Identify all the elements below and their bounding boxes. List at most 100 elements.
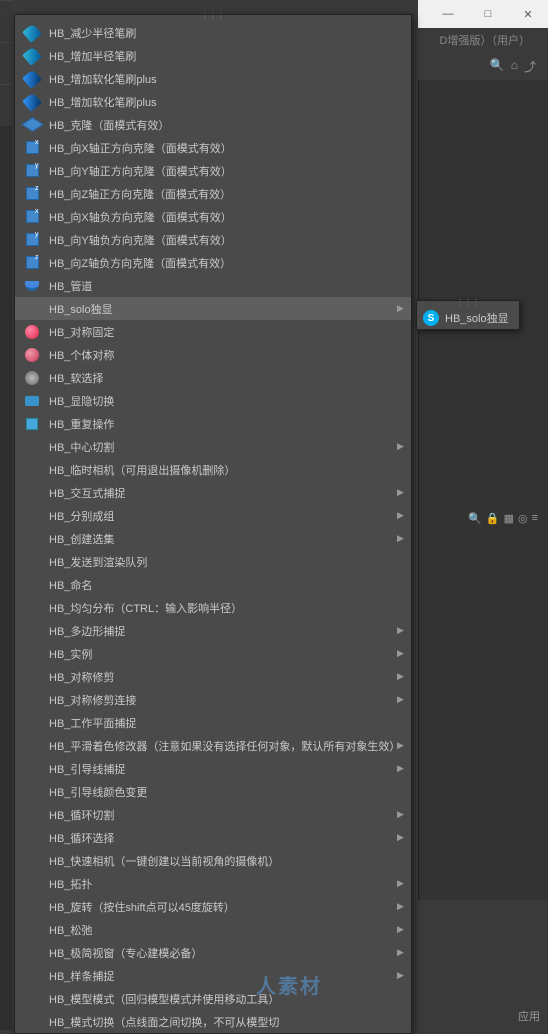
submenu-item[interactable]: S HB_solo独显 (417, 307, 519, 329)
menu-item[interactable]: HB_向X轴负方向克隆（面模式有效） (15, 205, 411, 228)
menu-item-label: HB_向Z轴正方向克隆（面模式有效） (43, 186, 397, 202)
dock-tab[interactable] (0, 42, 12, 84)
none-icon (21, 921, 43, 939)
submenu-arrow-icon: ▶ (397, 533, 411, 544)
menu-item-label: HB_显隐切换 (43, 393, 397, 409)
menu-item[interactable]: HB_临时相机（可用退出摄像机删除） (15, 458, 411, 481)
left-dock (0, 0, 12, 1030)
menu-item[interactable]: HB_增加半径笔刷 (15, 44, 411, 67)
menu-item[interactable]: HB_重复操作 (15, 412, 411, 435)
menu-item[interactable]: HB_极简视窗（专心建模必备）▶ (15, 941, 411, 964)
menu-item[interactable]: HB_引导线颜色变更 (15, 780, 411, 803)
menu-item[interactable]: HB_管道 (15, 274, 411, 297)
submenu-arrow-icon: ▶ (397, 763, 411, 774)
menu-item[interactable]: HB_中心切割▶ (15, 435, 411, 458)
menu-item[interactable]: HB_引导线捕捉▶ (15, 757, 411, 780)
menu-item-label: HB_减少半径笔刷 (43, 25, 397, 41)
none-icon (21, 691, 43, 709)
panel-search-icon[interactable]: 🔍 (468, 512, 482, 525)
menu-item[interactable]: HB_快速相机（一键创建以当前视角的摄像机） (15, 849, 411, 872)
menu-item[interactable]: HB_增加软化笔刷plus (15, 90, 411, 113)
none-icon (21, 553, 43, 571)
maximize-button[interactable]: □ (468, 0, 508, 28)
menu-item-label: HB_中心切割 (43, 439, 397, 455)
uparrow-icon[interactable]: ⤴ (524, 58, 536, 75)
menu-icon[interactable]: ≡ (532, 512, 538, 525)
dock-tab[interactable] (0, 84, 12, 126)
menu-item-label: HB_向X轴负方向克隆（面模式有效） (43, 209, 397, 225)
menu-item[interactable]: HB_创建选集▶ (15, 527, 411, 550)
menu-item-label: HB_向Y轴负方向克隆（面模式有效） (43, 232, 397, 248)
minimize-button[interactable]: — (428, 0, 468, 28)
target-icon[interactable]: ◎ (518, 512, 528, 525)
menu-item[interactable]: HB_软选择 (15, 366, 411, 389)
home-icon[interactable]: ⌂ (511, 58, 518, 75)
bottom-apply[interactable]: 应用 (518, 1008, 540, 1024)
menu-item-label: HB_对称修剪连接 (43, 692, 397, 708)
menu-item[interactable]: HB_对称固定 (15, 320, 411, 343)
menu-item[interactable]: HB_拓扑▶ (15, 872, 411, 895)
menu-item-label: HB_对称固定 (43, 324, 397, 340)
menu-item[interactable]: HB_向Z轴正方向克隆（面模式有效） (15, 182, 411, 205)
menu-item-label: HB_创建选集 (43, 531, 397, 547)
menu-item[interactable]: HB_增加软化笔刷plus (15, 67, 411, 90)
cubex-icon (21, 139, 43, 157)
submenu-arrow-icon: ▶ (397, 671, 411, 682)
menu-item-label: HB_临时相机（可用退出摄像机删除） (43, 462, 397, 478)
sphere-r-icon (21, 323, 43, 341)
none-icon (21, 484, 43, 502)
menu-item-label: HB_重复操作 (43, 416, 397, 432)
menu-item[interactable]: HB_分别成组▶ (15, 504, 411, 527)
menu-item[interactable]: HB_交互式捕捉▶ (15, 481, 411, 504)
none-icon (21, 829, 43, 847)
menu-item[interactable]: HB_循环切割▶ (15, 803, 411, 826)
menu-item[interactable]: HB_多边形捕捉▶ (15, 619, 411, 642)
cubey-icon (21, 162, 43, 180)
menu-item[interactable]: HB_样条捕捉▶ (15, 964, 411, 987)
close-button[interactable]: ✕ (508, 0, 548, 28)
menu-item[interactable]: HB_显隐切换 (15, 389, 411, 412)
menu-item[interactable]: HB_solo独显▶ (15, 297, 411, 320)
none-icon (21, 714, 43, 732)
menu-item-label: HB_样条捕捉 (43, 968, 397, 984)
submenu-arrow-icon: ▶ (397, 510, 411, 521)
menu-item[interactable]: HB_工作平面捕捉 (15, 711, 411, 734)
menu-item[interactable]: HB_发送到渲染队列 (15, 550, 411, 573)
menu-item-label: HB_拓扑 (43, 876, 397, 892)
menu-item[interactable]: HB_减少半径笔刷 (15, 21, 411, 44)
menu-item-label: HB_克隆（面模式有效） (43, 117, 397, 133)
menu-item[interactable]: HB_平滑着色修改器（注意如果没有选择任何对象，默认所有对象生效）▶ (15, 734, 411, 757)
lock-icon[interactable]: 🔒 (486, 512, 500, 525)
none-icon (21, 599, 43, 617)
vis-icon (21, 392, 43, 410)
menu-item[interactable]: HB_旋转（按住shift点可以45度旋转）▶ (15, 895, 411, 918)
search-icon[interactable]: 🔍 (490, 58, 505, 75)
solo-icon: S (423, 310, 439, 326)
menu-item[interactable]: HB_克隆（面模式有效） (15, 113, 411, 136)
none-icon (21, 898, 43, 916)
menu-item-label: HB_向Z轴负方向克隆（面模式有效） (43, 255, 397, 271)
menu-item[interactable]: HB_个体对称 (15, 343, 411, 366)
submenu-arrow-icon: ▶ (397, 947, 411, 958)
menu-item[interactable]: HB_实例▶ (15, 642, 411, 665)
menu-item[interactable]: HB_对称修剪▶ (15, 665, 411, 688)
menu-item[interactable]: HB_向X轴正方向克隆（面模式有效） (15, 136, 411, 159)
submenu-arrow-icon: ▶ (397, 625, 411, 636)
menu-item-label: HB_增加软化笔刷plus (43, 71, 397, 87)
menu-item[interactable]: HB_向Y轴负方向克隆（面模式有效） (15, 228, 411, 251)
none-icon (21, 852, 43, 870)
submenu-arrow-icon: ▶ (397, 694, 411, 705)
menu-item[interactable]: HB_模型模式（回归模型模式并使用移动工具） (15, 987, 411, 1010)
menu-item[interactable]: HB_均匀分布（CTRL：输入影响半径） (15, 596, 411, 619)
sphere-b-icon (21, 346, 43, 364)
grid-icon[interactable]: ▦ (504, 512, 514, 525)
menu-item[interactable]: HB_命名 (15, 573, 411, 596)
menu-item-label: HB_平滑着色修改器（注意如果没有选择任何对象，默认所有对象生效） (43, 738, 397, 754)
right-panel-bg (418, 80, 548, 900)
menu-item[interactable]: HB_向Z轴负方向克隆（面模式有效） (15, 251, 411, 274)
menu-item[interactable]: HB_循环选择▶ (15, 826, 411, 849)
menu-item[interactable]: HB_对称修剪连接▶ (15, 688, 411, 711)
menu-item[interactable]: HB_向Y轴正方向克隆（面模式有效） (15, 159, 411, 182)
dock-tab[interactable] (0, 0, 12, 42)
menu-item[interactable]: HB_松弛▶ (15, 918, 411, 941)
